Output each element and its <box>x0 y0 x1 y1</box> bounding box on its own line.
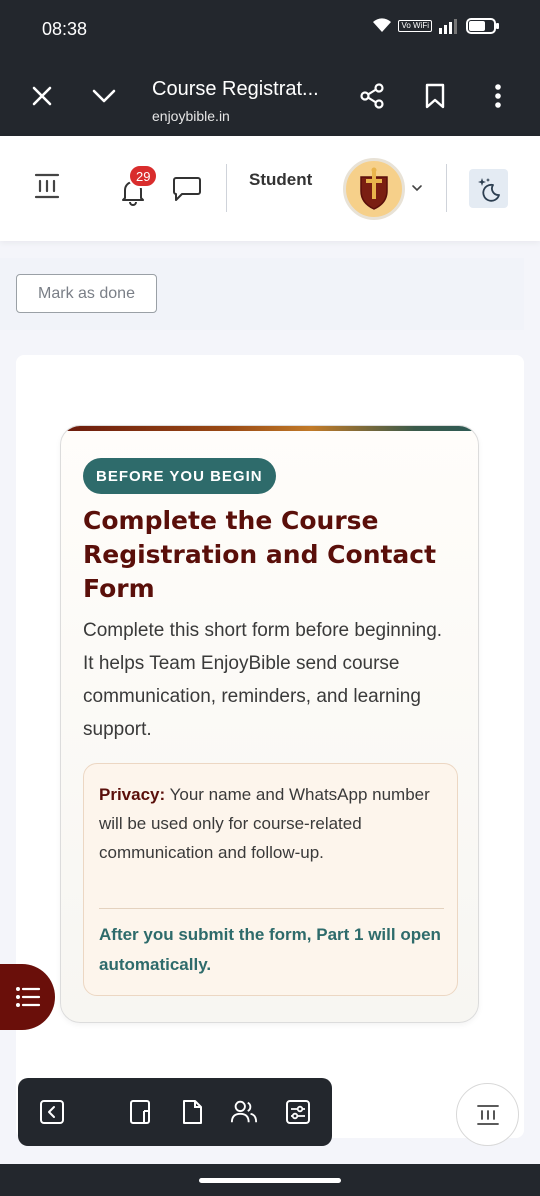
privacy-divider <box>99 908 444 909</box>
privacy-text: Privacy: Your name and WhatsApp number w… <box>99 780 444 867</box>
card-title: Complete the Course Registration and Con… <box>83 506 437 603</box>
notification-count-badge: 29 <box>128 164 159 188</box>
moon-stars-icon <box>477 177 500 202</box>
page-title: Course Registrat... <box>152 78 319 100</box>
status-icons: Vo WiFi <box>372 18 499 34</box>
close-icon <box>32 86 52 106</box>
notebook-button[interactable] <box>126 1098 154 1126</box>
theme-toggle-button[interactable] <box>469 169 508 208</box>
community-button[interactable] <box>230 1098 258 1126</box>
lesson-toolbar <box>18 1078 332 1146</box>
avatar-shield-icon <box>360 167 388 210</box>
chat-icon <box>173 177 201 201</box>
unlock-note: After you submit the form, Part 1 will o… <box>99 925 441 974</box>
close-tab-button[interactable] <box>26 80 58 112</box>
site-header: 29 Student <box>0 136 540 241</box>
home-indicator[interactable] <box>199 1178 341 1183</box>
share-icon <box>360 83 384 109</box>
share-button[interactable] <box>356 80 388 112</box>
page-menu-button[interactable] <box>456 1083 519 1146</box>
more-vertical-icon <box>495 84 501 108</box>
more-options-button[interactable] <box>482 80 514 112</box>
chevron-down-icon <box>412 185 422 192</box>
settings-sliders-icon <box>286 1100 310 1124</box>
registration-info-card: BEFORE YOU BEGIN Complete the Course Reg… <box>60 425 479 1023</box>
avatar[interactable] <box>343 158 405 220</box>
settings-button[interactable] <box>284 1098 312 1126</box>
notebook-icon <box>130 1100 150 1124</box>
status-bar: 08:38 Vo WiFi <box>0 0 540 56</box>
mark-as-done-button[interactable]: Mark as done <box>16 274 157 313</box>
header-divider <box>226 164 227 212</box>
account-menu-button[interactable] <box>410 180 424 194</box>
signal-icon <box>439 19 457 34</box>
document-icon <box>183 1100 202 1124</box>
page-url[interactable]: enjoybible.in <box>152 108 230 124</box>
previous-button[interactable] <box>38 1098 66 1126</box>
system-nav-bar <box>0 1164 540 1196</box>
menu-icon <box>34 173 60 199</box>
wifi-icon <box>373 18 392 32</box>
section-tag: BEFORE YOU BEGIN <box>83 458 276 494</box>
bookmark-icon <box>425 83 445 109</box>
lesson-actions-bar: Mark as done <box>0 258 524 330</box>
minimize-button[interactable] <box>88 80 120 112</box>
vowifi-badge: Vo WiFi <box>398 20 432 32</box>
users-icon <box>230 1100 258 1123</box>
list-icon <box>15 987 40 1007</box>
bookmark-button[interactable] <box>419 80 451 112</box>
browser-toolbar: Course Registrat... enjoybible.in <box>0 56 540 136</box>
privacy-notice: Privacy: Your name and WhatsApp number w… <box>83 763 458 996</box>
chevron-down-icon <box>92 89 116 103</box>
card-description: Complete this short form before beginnin… <box>83 620 443 740</box>
header-divider <box>446 164 447 212</box>
messages-button[interactable] <box>172 176 202 202</box>
privacy-label: Privacy: <box>99 785 166 804</box>
menu-icon <box>476 1104 499 1125</box>
user-role-label: Student <box>249 170 313 189</box>
status-time: 08:38 <box>42 19 88 39</box>
sidebar-toggle-button[interactable] <box>34 172 60 200</box>
document-button[interactable] <box>178 1098 206 1126</box>
back-arrow-icon <box>40 1100 64 1124</box>
battery-icon <box>466 18 499 34</box>
card-accent-bar <box>61 426 478 431</box>
